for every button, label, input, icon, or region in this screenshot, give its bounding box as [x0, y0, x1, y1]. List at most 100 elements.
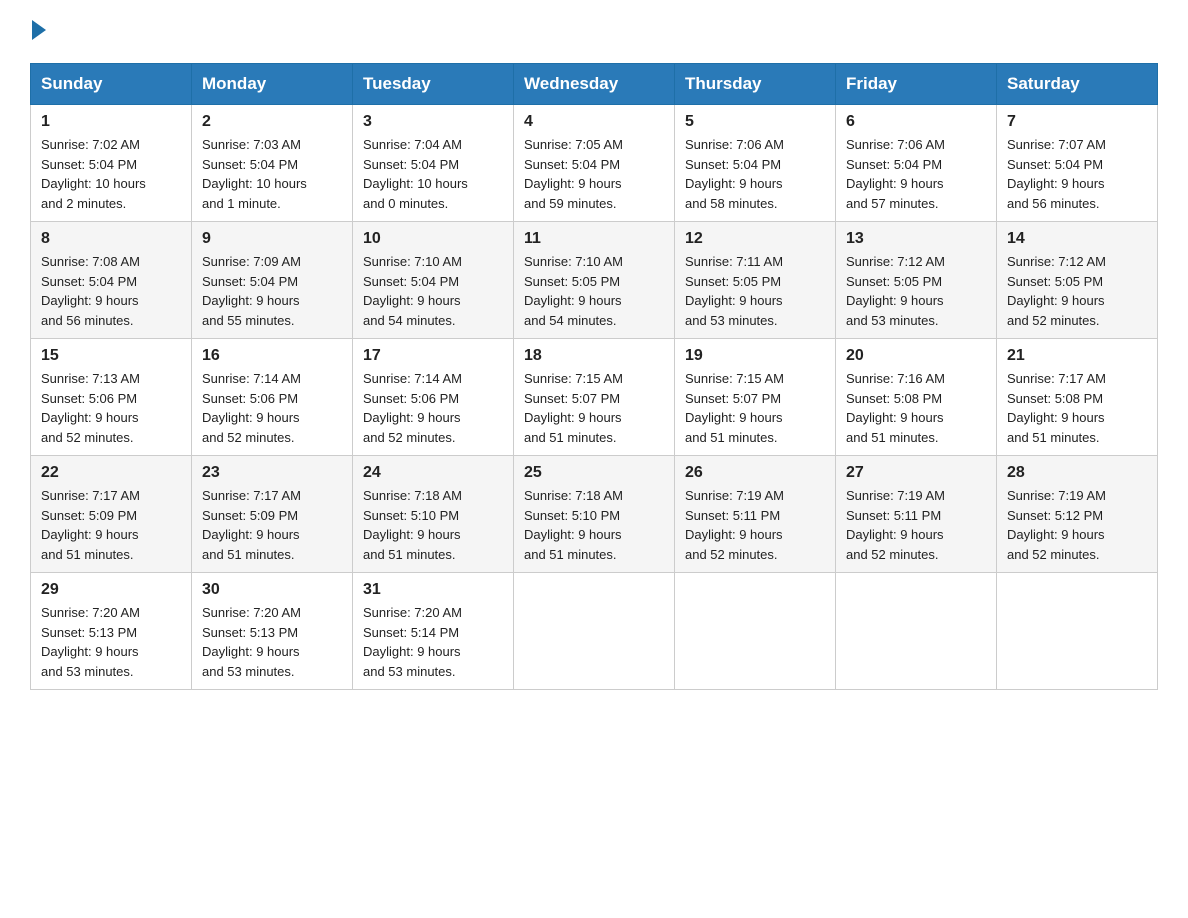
- calendar-week-row: 15 Sunrise: 7:13 AMSunset: 5:06 PMDayligh…: [31, 339, 1158, 456]
- calendar-cell: 24 Sunrise: 7:18 AMSunset: 5:10 PMDayligh…: [353, 456, 514, 573]
- day-number: 22: [41, 464, 181, 482]
- day-info: Sunrise: 7:18 AMSunset: 5:10 PMDaylight:…: [524, 486, 664, 564]
- calendar-cell: 23 Sunrise: 7:17 AMSunset: 5:09 PMDayligh…: [192, 456, 353, 573]
- calendar-cell: 20Sunrise: 7:16 AMSunset: 5:08 PMDayligh…: [836, 339, 997, 456]
- day-number: 30: [202, 581, 342, 599]
- calendar-cell: 15 Sunrise: 7:13 AMSunset: 5:06 PMDayligh…: [31, 339, 192, 456]
- day-info: Sunrise: 7:13 AMSunset: 5:06 PMDaylight:…: [41, 369, 181, 447]
- calendar-cell: 22 Sunrise: 7:17 AMSunset: 5:09 PMDayligh…: [31, 456, 192, 573]
- calendar-cell: 18 Sunrise: 7:15 AMSunset: 5:07 PMDayligh…: [514, 339, 675, 456]
- day-header-friday: Friday: [836, 64, 997, 105]
- day-number: 19: [685, 347, 825, 365]
- day-number: 23: [202, 464, 342, 482]
- day-info: Sunrise: 7:14 AMSunset: 5:06 PMDaylight:…: [363, 369, 503, 447]
- calendar-cell: 7 Sunrise: 7:07 AMSunset: 5:04 PMDaylight…: [997, 105, 1158, 222]
- day-info: Sunrise: 7:14 AMSunset: 5:06 PMDaylight:…: [202, 369, 342, 447]
- day-info: Sunrise: 7:10 AMSunset: 5:05 PMDaylight:…: [524, 252, 664, 330]
- calendar-cell: 4Sunrise: 7:05 AMSunset: 5:04 PMDaylight…: [514, 105, 675, 222]
- calendar-cell: 29 Sunrise: 7:20 AMSunset: 5:13 PMDayligh…: [31, 573, 192, 690]
- day-number: 18: [524, 347, 664, 365]
- page-header: [30, 20, 1158, 45]
- day-number: 28: [1007, 464, 1147, 482]
- calendar-cell: [836, 573, 997, 690]
- day-number: 16: [202, 347, 342, 365]
- calendar-cell: 3 Sunrise: 7:04 AMSunset: 5:04 PMDaylight…: [353, 105, 514, 222]
- day-info: Sunrise: 7:05 AMSunset: 5:04 PMDaylight:…: [524, 135, 664, 213]
- day-number: 25: [524, 464, 664, 482]
- calendar-cell: [997, 573, 1158, 690]
- calendar-cell: 25 Sunrise: 7:18 AMSunset: 5:10 PMDayligh…: [514, 456, 675, 573]
- calendar-cell: 11Sunrise: 7:10 AMSunset: 5:05 PMDayligh…: [514, 222, 675, 339]
- day-number: 14: [1007, 230, 1147, 248]
- day-info: Sunrise: 7:15 AMSunset: 5:07 PMDaylight:…: [685, 369, 825, 447]
- day-info: Sunrise: 7:08 AMSunset: 5:04 PMDaylight:…: [41, 252, 181, 330]
- day-number: 27: [846, 464, 986, 482]
- day-number: 1: [41, 113, 181, 131]
- calendar-table: SundayMondayTuesdayWednesdayThursdayFrid…: [30, 63, 1158, 690]
- day-number: 24: [363, 464, 503, 482]
- day-info: Sunrise: 7:15 AMSunset: 5:07 PMDaylight:…: [524, 369, 664, 447]
- day-number: 31: [363, 581, 503, 599]
- calendar-week-row: 1 Sunrise: 7:02 AMSunset: 5:04 PMDaylight…: [31, 105, 1158, 222]
- day-info: Sunrise: 7:17 AMSunset: 5:09 PMDaylight:…: [41, 486, 181, 564]
- calendar-week-row: 8 Sunrise: 7:08 AMSunset: 5:04 PMDaylight…: [31, 222, 1158, 339]
- day-info: Sunrise: 7:18 AMSunset: 5:10 PMDaylight:…: [363, 486, 503, 564]
- logo-arrow-icon: [32, 20, 46, 40]
- day-info: Sunrise: 7:19 AMSunset: 5:11 PMDaylight:…: [685, 486, 825, 564]
- calendar-cell: 1 Sunrise: 7:02 AMSunset: 5:04 PMDaylight…: [31, 105, 192, 222]
- day-info: Sunrise: 7:19 AMSunset: 5:12 PMDaylight:…: [1007, 486, 1147, 564]
- day-header-wednesday: Wednesday: [514, 64, 675, 105]
- day-info: Sunrise: 7:07 AMSunset: 5:04 PMDaylight:…: [1007, 135, 1147, 213]
- day-number: 20: [846, 347, 986, 365]
- calendar-cell: 5Sunrise: 7:06 AMSunset: 5:04 PMDaylight…: [675, 105, 836, 222]
- calendar-header-row: SundayMondayTuesdayWednesdayThursdayFrid…: [31, 64, 1158, 105]
- day-number: 13: [846, 230, 986, 248]
- day-info: Sunrise: 7:17 AMSunset: 5:08 PMDaylight:…: [1007, 369, 1147, 447]
- calendar-cell: [514, 573, 675, 690]
- calendar-cell: 9 Sunrise: 7:09 AMSunset: 5:04 PMDaylight…: [192, 222, 353, 339]
- day-number: 7: [1007, 113, 1147, 131]
- calendar-cell: 14Sunrise: 7:12 AMSunset: 5:05 PMDayligh…: [997, 222, 1158, 339]
- calendar-cell: 10 Sunrise: 7:10 AMSunset: 5:04 PMDayligh…: [353, 222, 514, 339]
- day-number: 8: [41, 230, 181, 248]
- day-header-tuesday: Tuesday: [353, 64, 514, 105]
- day-info: Sunrise: 7:02 AMSunset: 5:04 PMDaylight:…: [41, 135, 181, 213]
- day-number: 3: [363, 113, 503, 131]
- day-number: 6: [846, 113, 986, 131]
- calendar-cell: 13 Sunrise: 7:12 AMSunset: 5:05 PMDayligh…: [836, 222, 997, 339]
- calendar-cell: [675, 573, 836, 690]
- calendar-cell: 2 Sunrise: 7:03 AMSunset: 5:04 PMDaylight…: [192, 105, 353, 222]
- calendar-week-row: 29 Sunrise: 7:20 AMSunset: 5:13 PMDayligh…: [31, 573, 1158, 690]
- day-number: 2: [202, 113, 342, 131]
- calendar-cell: 12 Sunrise: 7:11 AMSunset: 5:05 PMDayligh…: [675, 222, 836, 339]
- calendar-cell: 28 Sunrise: 7:19 AMSunset: 5:12 PMDayligh…: [997, 456, 1158, 573]
- day-info: Sunrise: 7:03 AMSunset: 5:04 PMDaylight:…: [202, 135, 342, 213]
- day-number: 29: [41, 581, 181, 599]
- day-info: Sunrise: 7:17 AMSunset: 5:09 PMDaylight:…: [202, 486, 342, 564]
- day-number: 12: [685, 230, 825, 248]
- day-info: Sunrise: 7:06 AMSunset: 5:04 PMDaylight:…: [846, 135, 986, 213]
- day-info: Sunrise: 7:20 AMSunset: 5:14 PMDaylight:…: [363, 603, 503, 681]
- day-header-thursday: Thursday: [675, 64, 836, 105]
- day-number: 9: [202, 230, 342, 248]
- calendar-cell: 17Sunrise: 7:14 AMSunset: 5:06 PMDayligh…: [353, 339, 514, 456]
- day-info: Sunrise: 7:10 AMSunset: 5:04 PMDaylight:…: [363, 252, 503, 330]
- day-info: Sunrise: 7:09 AMSunset: 5:04 PMDaylight:…: [202, 252, 342, 330]
- day-info: Sunrise: 7:20 AMSunset: 5:13 PMDaylight:…: [41, 603, 181, 681]
- calendar-cell: 27 Sunrise: 7:19 AMSunset: 5:11 PMDayligh…: [836, 456, 997, 573]
- calendar-cell: 31 Sunrise: 7:20 AMSunset: 5:14 PMDayligh…: [353, 573, 514, 690]
- day-number: 15: [41, 347, 181, 365]
- day-info: Sunrise: 7:19 AMSunset: 5:11 PMDaylight:…: [846, 486, 986, 564]
- calendar-cell: 30 Sunrise: 7:20 AMSunset: 5:13 PMDayligh…: [192, 573, 353, 690]
- day-info: Sunrise: 7:04 AMSunset: 5:04 PMDaylight:…: [363, 135, 503, 213]
- day-number: 21: [1007, 347, 1147, 365]
- day-info: Sunrise: 7:20 AMSunset: 5:13 PMDaylight:…: [202, 603, 342, 681]
- calendar-cell: 16 Sunrise: 7:14 AMSunset: 5:06 PMDayligh…: [192, 339, 353, 456]
- day-number: 5: [685, 113, 825, 131]
- calendar-cell: 19 Sunrise: 7:15 AMSunset: 5:07 PMDayligh…: [675, 339, 836, 456]
- day-info: Sunrise: 7:12 AMSunset: 5:05 PMDaylight:…: [846, 252, 986, 330]
- calendar-week-row: 22 Sunrise: 7:17 AMSunset: 5:09 PMDayligh…: [31, 456, 1158, 573]
- day-info: Sunrise: 7:11 AMSunset: 5:05 PMDaylight:…: [685, 252, 825, 330]
- calendar-cell: 6 Sunrise: 7:06 AMSunset: 5:04 PMDaylight…: [836, 105, 997, 222]
- day-number: 10: [363, 230, 503, 248]
